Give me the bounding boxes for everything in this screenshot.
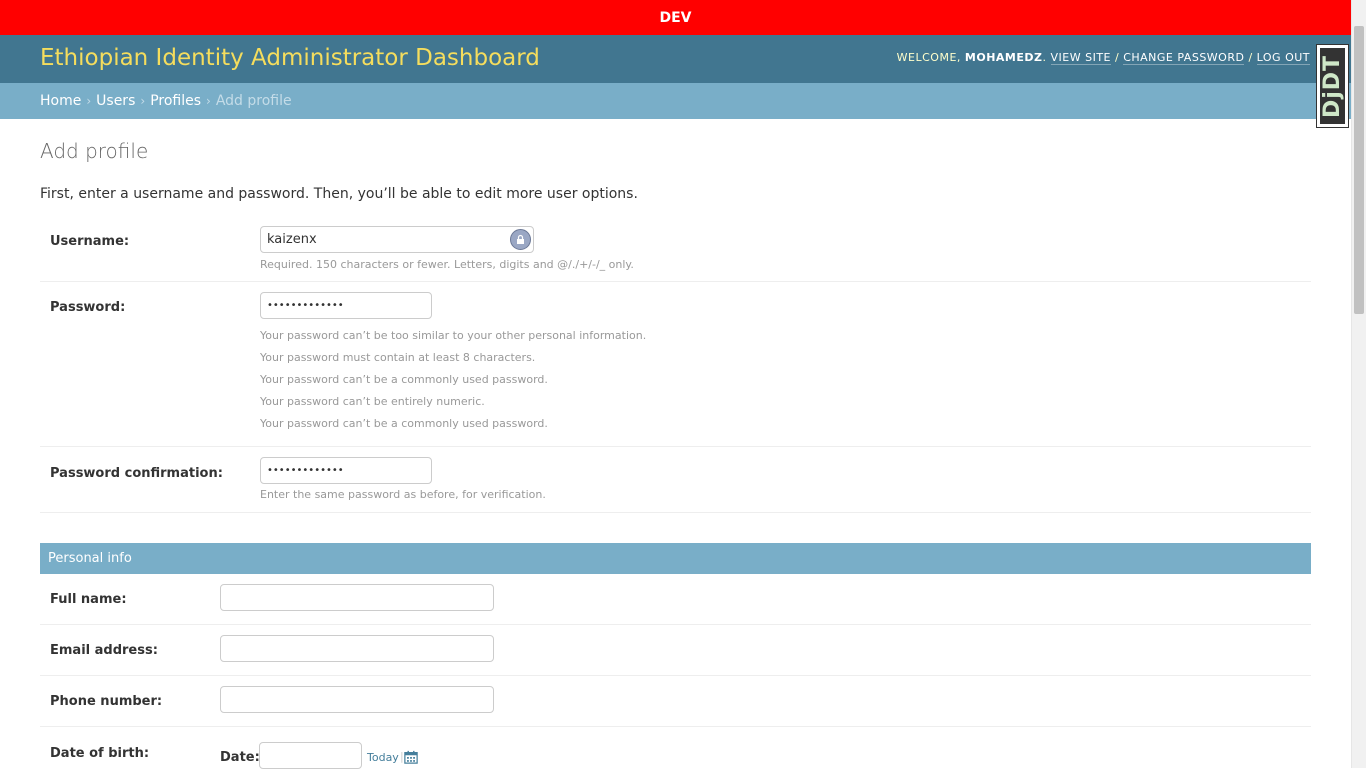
debug-toolbar-label: DjDT: [1320, 54, 1346, 118]
full-name-input[interactable]: [220, 584, 494, 611]
username-input[interactable]: kaizenx: [260, 226, 534, 253]
log-out-link[interactable]: Log out: [1256, 51, 1310, 65]
email-label: Email address:: [50, 643, 158, 658]
change-password-link[interactable]: Change password: [1123, 51, 1245, 65]
breadcrumb-separator: ›: [86, 94, 92, 108]
password-confirmation-label: Password confirmation:: [50, 466, 223, 481]
breadcrumb-home[interactable]: Home: [40, 93, 81, 109]
breadcrumb: Home › Users › Profiles › Add profile: [0, 83, 1351, 119]
password-input[interactable]: •••••••••••••: [260, 292, 432, 319]
page-title: Add profile: [40, 139, 149, 163]
personal-info-header: Personal info: [40, 543, 1311, 574]
password-help-item: Your password can’t be too similar to yo…: [260, 329, 647, 342]
view-site-link[interactable]: View site: [1050, 51, 1111, 65]
password-confirmation-help: Enter the same password as before, for v…: [260, 488, 546, 501]
breadcrumb-profiles[interactable]: Profiles: [150, 93, 201, 109]
breadcrumb-separator: ›: [140, 94, 146, 108]
full-name-row: Full name:: [40, 574, 1311, 625]
header: Ethiopian Identity Administrator Dashboa…: [0, 35, 1351, 83]
password-confirmation-value: •••••••••••••: [267, 465, 344, 476]
phone-row: Phone number:: [40, 676, 1311, 727]
today-link[interactable]: Today: [367, 751, 399, 764]
personal-info-title: Personal info: [48, 551, 132, 566]
scrollbar-thumb[interactable]: [1354, 26, 1364, 314]
password-confirmation-row: Password confirmation: ••••••••••••• Ent…: [40, 447, 1311, 513]
password-value: •••••••••••••: [267, 300, 344, 311]
password-help-item: Your password can’t be a commonly used p…: [260, 373, 548, 386]
environment-banner: DEV: [0, 0, 1351, 35]
password-help-item: Your password must contain at least 8 ch…: [260, 351, 536, 364]
date-label: Date:: [220, 750, 260, 765]
password-confirmation-input[interactable]: •••••••••••••: [260, 457, 432, 484]
username-value: kaizenx: [267, 232, 317, 247]
username-display: MOHAMEDZ: [964, 51, 1043, 64]
lastpass-icon[interactable]: [510, 229, 531, 250]
lock-icon: [517, 234, 524, 244]
environment-label: DEV: [659, 9, 692, 26]
calendar-icon[interactable]: [404, 750, 418, 764]
vertical-scrollbar[interactable]: [1351, 0, 1366, 768]
username-help: Required. 150 characters or fewer. Lette…: [260, 258, 634, 271]
user-tools: Welcome, MOHAMEDZ. View site / Change pa…: [896, 51, 1310, 65]
breadcrumb-current: Add profile: [215, 93, 292, 109]
username-label: Username:: [50, 234, 130, 249]
phone-label: Phone number:: [50, 694, 163, 709]
full-name-label: Full name:: [50, 592, 127, 607]
site-title: Ethiopian Identity Administrator Dashboa…: [40, 45, 540, 71]
welcome-text: Welcome,: [896, 51, 961, 64]
intro-text: First, enter a username and password. Th…: [40, 186, 638, 202]
debug-toolbar-logo: DjDT: [1320, 48, 1345, 124]
password-row: Password: ••••••••••••• Your password ca…: [40, 282, 1311, 447]
date-of-birth-row: Date of birth: Date: Today |: [40, 727, 1311, 769]
breadcrumb-separator: ›: [206, 94, 211, 108]
password-label: Password:: [50, 300, 126, 315]
email-row: Email address:: [40, 625, 1311, 676]
email-input[interactable]: [220, 635, 494, 662]
date-of-birth-input[interactable]: [259, 742, 362, 769]
password-help-item: Your password can’t be entirely numeric.: [260, 395, 485, 408]
password-help-item: Your password can’t be a commonly used p…: [260, 417, 548, 430]
phone-input[interactable]: [220, 686, 494, 713]
debug-toolbar-handle[interactable]: DjDT: [1316, 44, 1349, 128]
date-of-birth-label: Date of birth:: [50, 746, 150, 761]
username-row: Username: kaizenx Required. 150 characte…: [40, 216, 1311, 282]
breadcrumb-users[interactable]: Users: [96, 93, 135, 109]
